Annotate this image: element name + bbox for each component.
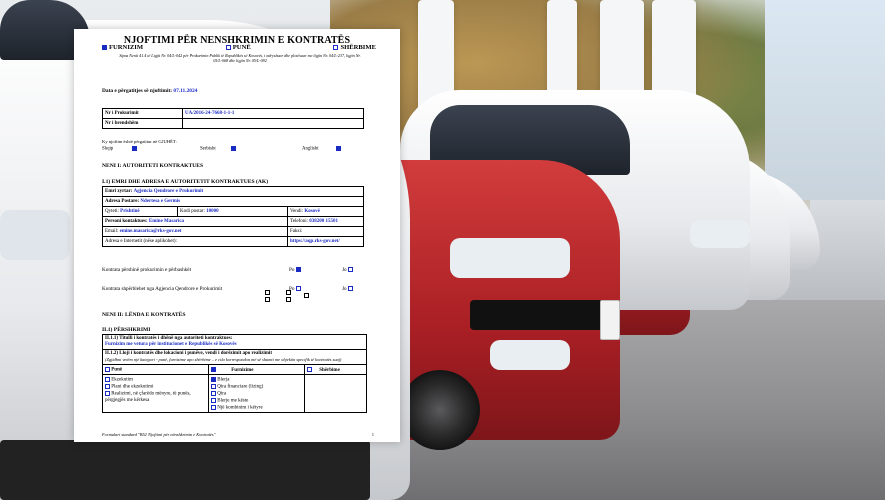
choice-furnizim[interactable]: FURNIZIM	[102, 44, 143, 51]
procurement-no-value: UA/2016-24-7668-1-1-1	[182, 108, 364, 119]
contract-title-cell: II.1.1) Titulli i kontratës i dhënë nga …	[102, 334, 367, 350]
contract-subject-table: II.1.1) Titulli i kontratës i dhënë nga …	[102, 334, 367, 414]
phone-cell: Telefoni: 038200 15501	[287, 216, 364, 227]
supplies-item[interactable]: Qira	[211, 390, 302, 398]
col-pune-header[interactable]: Punë	[102, 364, 209, 376]
car-headlight	[690, 220, 750, 248]
checkbox-icon[interactable]	[105, 366, 110, 372]
postal-cell: Kodi postar: 10000	[177, 206, 288, 217]
checkbox-icon[interactable]	[105, 384, 110, 390]
dashed-box-icon	[286, 297, 291, 302]
contract-type-choices: FURNIZIM PUNË SHËRBIME	[102, 44, 376, 51]
joint-no[interactable]: Jo	[342, 267, 353, 273]
checkbox-checked-icon[interactable]	[295, 267, 301, 273]
joint-yes[interactable]: Po	[289, 267, 301, 273]
choice-sherbime[interactable]: SHËRBIME	[333, 44, 376, 51]
checkbox-icon[interactable]	[347, 267, 353, 273]
checkbox-checked-icon[interactable]	[211, 366, 216, 372]
choice-pune[interactable]: PUNË	[225, 44, 251, 51]
works-item[interactable]: Plani dhe ekzekutimi	[105, 384, 206, 391]
works-items-cell: Ekzekutim Plani dhe ekzekutimi Realizimi…	[102, 374, 209, 414]
checkbox-icon[interactable]	[211, 397, 216, 403]
car-wheel	[400, 370, 480, 450]
official-name-row: Emri zyrtar: Agjencia Qendrore e Prokuri…	[102, 186, 364, 197]
fax-cell: Faksi:	[287, 226, 364, 237]
car-grille	[470, 300, 610, 330]
car-grille	[0, 440, 370, 500]
supplies-item[interactable]: Një kombinim i këtyre	[211, 404, 302, 412]
col-furnizime-header[interactable]: Furnizime	[208, 364, 305, 376]
lang-serbisht[interactable]: Serbisht	[200, 146, 236, 152]
joint-procurement-label: Kontrata përshinë prokurimin e përbashkë…	[102, 267, 192, 273]
contact-cell: Personi kontaktues: Emine Masarica	[102, 216, 288, 227]
authority-table: Emri zyrtar: Agjencia Qendrore e Prokuri…	[102, 186, 364, 247]
dashed-box-icon	[286, 290, 291, 295]
works-item[interactable]: Realizimi, në çfarëdo mënyre, të punës, …	[105, 390, 206, 404]
dashed-box-icon	[265, 297, 270, 302]
section-2-1-heading: II.1) PËRSHKRIMI	[102, 327, 151, 333]
dashed-box-icon	[265, 290, 270, 295]
address-row: Adresa Postare: Ndertesa e Germis	[102, 196, 364, 207]
checkbox-icon[interactable]	[105, 390, 110, 396]
checkbox-icon[interactable]	[211, 390, 216, 396]
legal-note: Sipas Nenit 41.4 të Ligjit Nr. 04/L-042 …	[119, 53, 361, 63]
checkbox-checked-icon[interactable]	[132, 146, 138, 151]
checkbox-icon[interactable]	[347, 286, 353, 292]
col-sherbime-header[interactable]: Shërbime	[304, 364, 367, 376]
services-items-cell	[304, 374, 367, 414]
checkbox-icon[interactable]	[333, 45, 339, 50]
internal-no-value	[182, 118, 364, 129]
section-1-heading: NENI I: AUTORITETI KONTRAKTUES	[102, 163, 204, 169]
checkbox-checked-icon[interactable]	[335, 146, 341, 151]
city-cell: Qyteti: Prishtinë	[102, 206, 178, 217]
form-footer: Formulari standard "B52 Njoftimi për nën…	[102, 432, 216, 437]
language-prompt: Ky njoftim është përgatitur në GJUHËT:	[102, 139, 177, 144]
fog-lamp	[490, 340, 570, 370]
dashed-box-icon	[304, 293, 309, 298]
car-headlight	[0, 210, 70, 260]
checkbox-icon[interactable]	[105, 377, 110, 383]
country-cell: Vendi: Kosovë	[287, 206, 364, 217]
central-no[interactable]: Jo	[342, 286, 353, 292]
checkbox-icon[interactable]	[211, 384, 216, 390]
checkbox-icon[interactable]	[225, 45, 231, 50]
license-plate	[600, 300, 620, 340]
background-sky	[765, 0, 885, 200]
preparation-date: Data e përgatitjes së njoftimit: 07.11.2…	[102, 88, 198, 94]
section-2-heading: NENI II: LËNDA E KONTRATËS	[102, 312, 186, 318]
contract-type-cell: II.1.2) Lloji i kontratës dhe lokacioni …	[102, 348, 367, 366]
procurement-number-table: Nr i Prokurimit UA/2016-24-7668-1-1-1 Nr…	[102, 108, 364, 129]
web-label-cell: Adresa e Internetit (nëse aplikohet):	[102, 236, 288, 247]
contract-notice-document: NJOFTIMI PËR NENSHKRIMIN E KONTRATËS FUR…	[74, 29, 400, 442]
central-agency-label: Kontrata shpërblehet nga Agjencia Qendro…	[102, 286, 223, 292]
section-1-1-heading: I.1) EMRI DHE ADRESA E AUTORITETIT KONTR…	[102, 179, 269, 185]
supplies-items-cell: Blerja Qira financiare (lizing) Qira Ble…	[208, 374, 305, 414]
checkbox-checked-icon[interactable]	[230, 146, 236, 151]
checkbox-icon[interactable]	[211, 404, 216, 410]
lang-anglisht[interactable]: Anglisht	[302, 146, 341, 152]
lang-shqip[interactable]: Shqip	[102, 146, 138, 152]
checkbox-icon[interactable]	[295, 286, 301, 292]
checkbox-checked-icon[interactable]	[102, 45, 107, 50]
checkbox-icon[interactable]	[307, 366, 312, 372]
procurement-no-label: Nr i Prokurimit	[102, 108, 183, 119]
email-cell: Email: emine.masarica@rks-gov.net	[102, 226, 288, 237]
page-number: 1	[371, 432, 374, 437]
supplies-item[interactable]: Qira financiare (lizing)	[211, 384, 302, 391]
checkbox-checked-icon[interactable]	[211, 377, 216, 383]
car-headlight	[450, 238, 570, 278]
internal-no-label: Nr i brendshëm	[102, 118, 183, 129]
web-value-cell: https://aqp.rks-gov.net/	[287, 236, 364, 247]
works-item[interactable]: Ekzekutim	[105, 377, 206, 384]
supplies-item[interactable]: Blerja	[211, 377, 302, 384]
supplies-item[interactable]: Blerje me këste	[211, 397, 302, 405]
